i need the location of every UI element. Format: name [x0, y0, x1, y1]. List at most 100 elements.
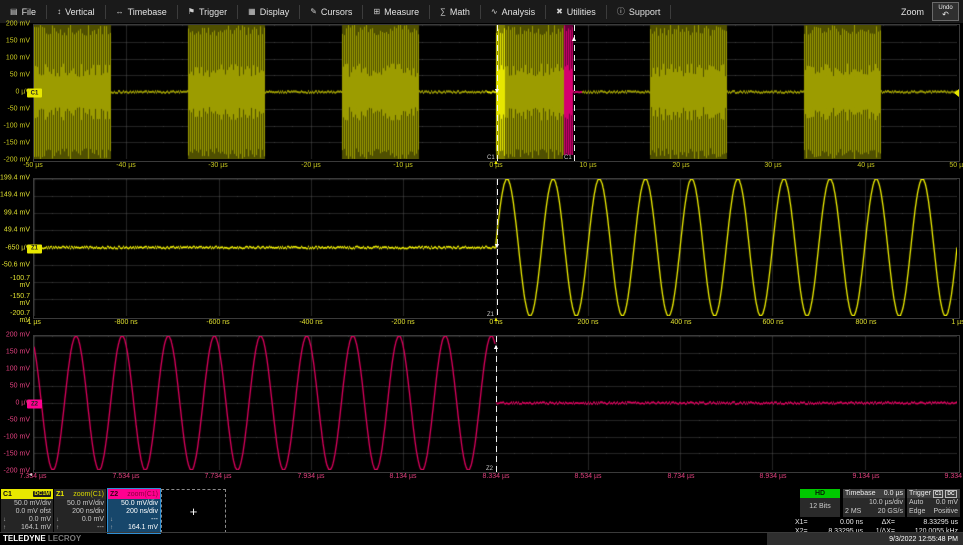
y-tick-label: 199.4 mV [0, 175, 30, 182]
y-tick-label: 0 µV [0, 400, 30, 407]
y-tick-label: 49.4 mV [0, 227, 30, 234]
trigger-mode-row: Auto 0.0 mV [907, 498, 960, 507]
z1-source: zoom(C1) [73, 491, 104, 498]
trace-descriptor-z2-selected[interactable]: Z2 zoom(C1) 50.0 mV/div 200 ns/div ↓--- … [107, 488, 161, 534]
plot-area-1[interactable]: ▼Z1Z1 [33, 178, 960, 319]
c1-label: C1 [3, 491, 12, 498]
y-tick-label: 200 mV [0, 21, 30, 28]
x-tick-label: 8.134 µs [390, 473, 417, 480]
hd-bits: 12 Bits [800, 498, 840, 516]
plot-area-0[interactable]: ▼C1 ▲C1C1 [33, 24, 960, 162]
undo-button[interactable]: Undo↶ [932, 2, 959, 21]
cursor-arrow-icon: ▼ [494, 88, 501, 95]
trigger-position-icon[interactable]: ▲ [493, 317, 499, 323]
c1-offset: 0.0 mV ofst [3, 508, 51, 516]
x-tick-label: 200 ns [577, 319, 598, 326]
cursor-z2[interactable]: ▲Z2 [496, 336, 497, 472]
file-icon: ▤ [10, 7, 18, 16]
down-arrow-icon: ↓ [56, 516, 59, 524]
channel-descriptor-c1[interactable]: C1 DC1M 50.0 mV/div 0.0 mV ofst ↓0.0 mV … [1, 489, 53, 532]
display-icon: ▦ [248, 7, 256, 16]
z2-label: Z2 [110, 491, 118, 498]
cursor-c1[interactable]: ▲C1 [574, 25, 575, 161]
y-tick-label: -150 mV [0, 140, 30, 147]
c1-coupling-badge: DC1M [33, 491, 51, 497]
add-trace-button[interactable]: + [161, 489, 226, 533]
menu-item-display[interactable]: ▦Display [238, 5, 300, 19]
undo-icon: ↶ [942, 11, 949, 18]
menu-item-cursors[interactable]: ✎Cursors [300, 5, 363, 19]
x-tick-label: 40 µs [857, 162, 874, 169]
menu-item-vertical[interactable]: ↕Vertical [47, 5, 106, 19]
hd-mode-box[interactable]: HD 12 Bits [800, 489, 840, 517]
menu-item-measure[interactable]: ⊞Measure [363, 5, 430, 19]
x-tick-label: -50 µs [23, 162, 43, 169]
utilities-icon: ✖ [556, 7, 563, 16]
x-tick-label: 50 µs [949, 162, 963, 169]
y-tick-label: -50 mV [0, 106, 30, 113]
z1-vdiv: 50.0 mV/div [56, 500, 104, 508]
x-tick-label: 7.734 µs [205, 473, 232, 480]
y-tick-label: -50 mV [0, 417, 30, 424]
timebase-icon: ↔ [116, 7, 124, 16]
y-tick-label: -100.7 mV [0, 275, 30, 289]
down-arrow-icon: ↓ [3, 516, 6, 524]
plot-area-2[interactable]: ▲Z2Z2 [33, 335, 960, 473]
timebase-scale: 10.0 µs/div [843, 498, 905, 507]
z2-vdiv: 50.0 mV/div [110, 500, 158, 508]
trigger-level-marker[interactable] [954, 89, 959, 97]
c1-vdiv: 50.0 mV/div [3, 500, 51, 508]
y-tick-label: 150 mV [0, 38, 30, 45]
trigger-level: 0.0 mV [936, 498, 958, 507]
x-tick-label: 800 ns [855, 319, 876, 326]
cursor-z1[interactable]: ▼Z1 [497, 179, 498, 318]
z2-source: zoom(C1) [127, 491, 158, 498]
trace-descriptor-z1[interactable]: Z1 zoom(C1) 50.0 mV/div 200 ns/div ↓0.0 … [54, 489, 106, 532]
panel-z1-zoom[interactable]: ▼Z1Z1199.4 mV149.4 mV99.4 mV49.4 mV-650 … [0, 178, 963, 331]
cursor-arrow-icon: ▲ [571, 36, 578, 43]
menu-item-utilities[interactable]: ✖Utilities [546, 5, 607, 19]
down-arrow-icon: ↓ [110, 516, 113, 524]
c1-min-row: ↓0.0 mV [3, 516, 51, 524]
x-tick-label: -200 ns [391, 319, 414, 326]
hd-title: HD [800, 489, 840, 498]
menu-item-trigger[interactable]: ⚑Trigger [178, 5, 238, 19]
x-tick-label: 9.134 µs [853, 473, 880, 480]
menu-item-analysis[interactable]: ∿Analysis [481, 5, 546, 19]
menu-item-file[interactable]: ▤File [0, 5, 47, 19]
vertical-icon: ↕ [57, 7, 61, 16]
y-tick-label: -650 µV [0, 245, 30, 252]
analysis-icon: ∿ [491, 7, 498, 16]
z1-tdiv: 200 ns/div [56, 508, 104, 516]
z1-max-row: ↑--- [56, 524, 104, 532]
menu-item-math[interactable]: ∑Math [430, 5, 481, 19]
panel-c1-burst[interactable]: ▼C1▲C1C1200 mV150 mV100 mV50 mV0 µV-50 m… [0, 24, 963, 174]
dx-label: ΔX= [863, 518, 895, 527]
trigger-position-icon[interactable]: ▲ [493, 160, 499, 166]
x1-label: X1= [795, 518, 815, 527]
x-tick-label: 30 µs [764, 162, 781, 169]
x-tick-label: -20 µs [301, 162, 321, 169]
plus-icon: + [190, 504, 198, 519]
y-tick-label: 99.4 mV [0, 210, 30, 217]
trigger-slope: Positive [933, 507, 958, 516]
trigger-type: Edge [909, 507, 925, 516]
menu-item-timebase[interactable]: ↔Timebase [106, 5, 178, 19]
z2-tdiv: 200 ns/div [110, 508, 158, 516]
menu-item-support[interactable]: ⓘSupport [607, 5, 672, 19]
trigger-type-row: Edge Positive [907, 507, 960, 516]
timebase-box[interactable]: Timebase 0.0 µs 10.0 µs/div 2 MS 20 GS/s [843, 489, 905, 517]
up-arrow-icon: ↑ [3, 524, 6, 532]
x-tick-label: -600 ns [206, 319, 229, 326]
x-tick-label: -800 ns [114, 319, 137, 326]
menu-bar: ▤File↕Vertical↔Timebase⚑Trigger▦Display✎… [0, 0, 963, 24]
cursor-c1[interactable]: ▼C1 [497, 25, 498, 161]
z1-descriptor-header: Z1 zoom(C1) [54, 489, 106, 499]
x-tick-label: -40 µs [116, 162, 136, 169]
cursor-label: C1 [563, 155, 573, 161]
x-tick-label: 8.534 µs [575, 473, 602, 480]
dx-value: 8.33295 us [895, 518, 958, 527]
panel-z2-zoom[interactable]: ▲Z2Z2200 mV150 mV100 mV50 mV0 µV-50 mV-1… [0, 335, 963, 485]
trigger-box[interactable]: Trigger C1 DC Auto 0.0 mV Edge Positive [907, 489, 960, 517]
x-tick-label: 10 µs [579, 162, 596, 169]
